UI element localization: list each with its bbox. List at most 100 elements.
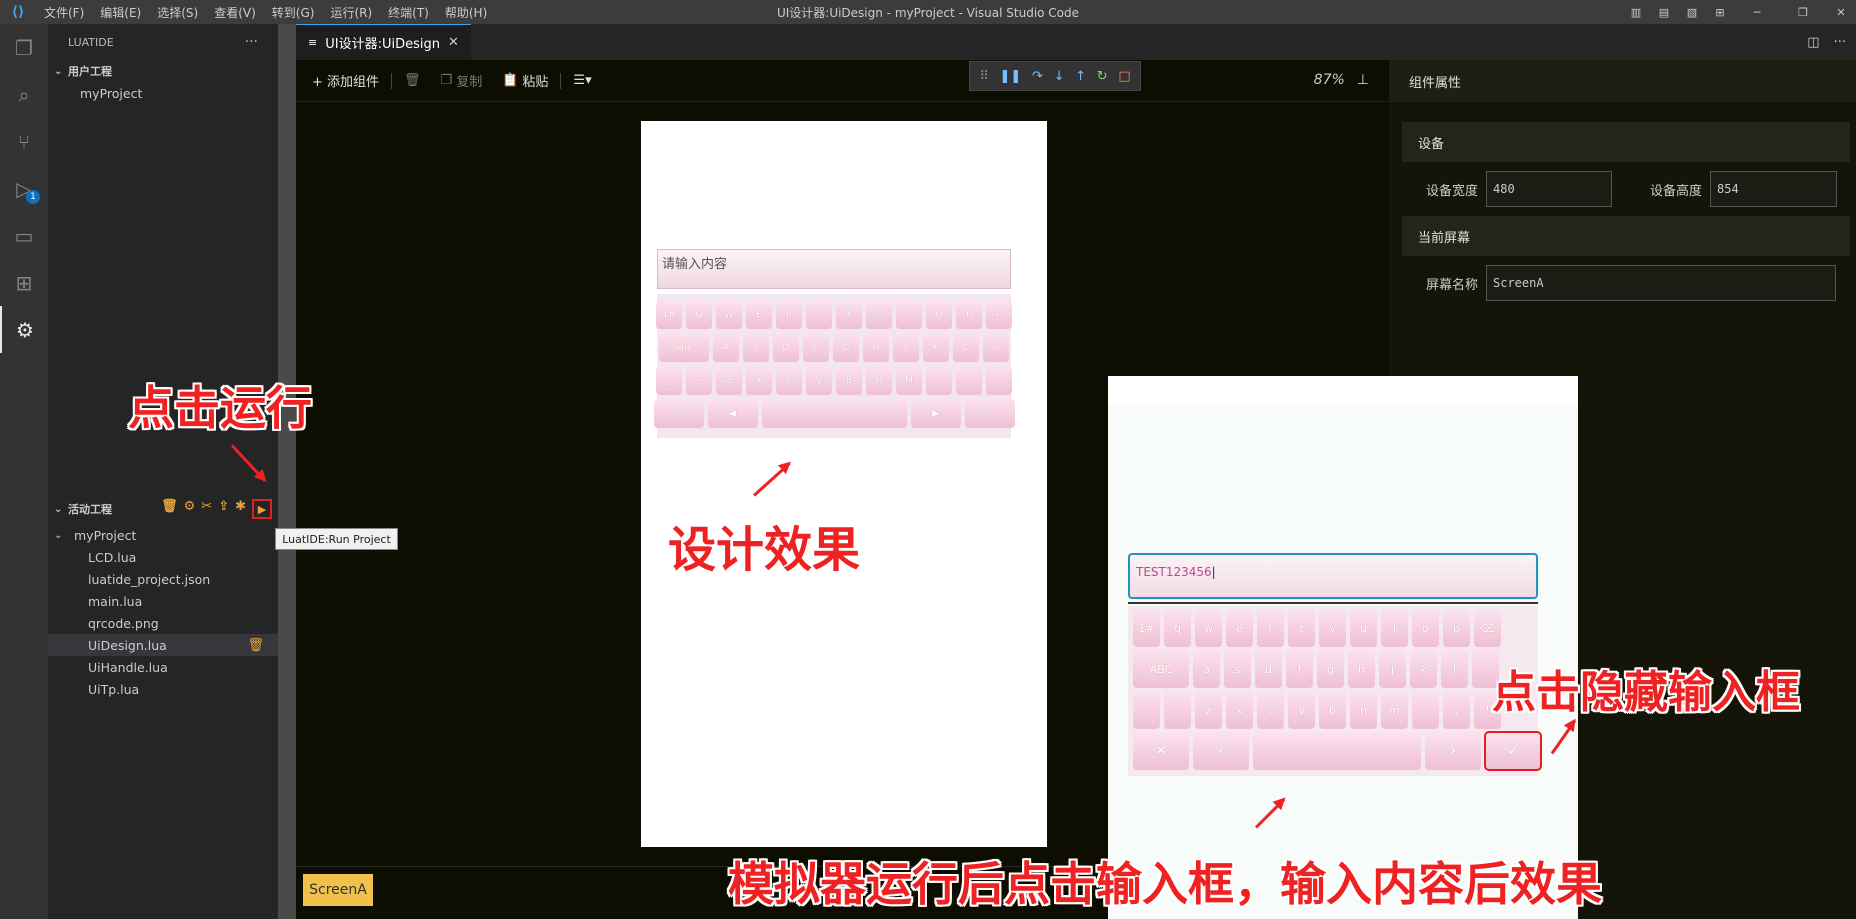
emulator-key[interactable]: w xyxy=(1195,609,1222,647)
delete-file-icon[interactable]: 🗑 xyxy=(247,638,264,653)
design-key[interactable]: , xyxy=(956,366,982,395)
emulator-key[interactable]: t xyxy=(1288,609,1315,647)
step-out-icon[interactable]: ↑ xyxy=(1075,69,1086,84)
emulator-key[interactable]: m xyxy=(1381,691,1408,729)
design-key[interactable]: C xyxy=(776,366,802,395)
design-key[interactable]: abc xyxy=(659,333,709,362)
layout-toggle-icon[interactable]: ▥ xyxy=(1622,6,1650,19)
design-key[interactable]: I xyxy=(896,300,922,329)
extensions-icon[interactable]: ⊞ xyxy=(0,259,48,306)
close-icon[interactable]: ✕ xyxy=(448,35,459,50)
tree-item-file[interactable]: UiHandle.lua xyxy=(48,656,278,678)
design-key[interactable]: _ xyxy=(656,366,682,395)
step-into-icon[interactable]: ↓ xyxy=(1054,69,1065,84)
design-key[interactable]: V xyxy=(806,366,832,395)
emulator-key[interactable]: q xyxy=(1164,609,1191,647)
emulator-key[interactable]: h xyxy=(1348,650,1375,688)
pause-icon[interactable]: ❚❚ xyxy=(1000,69,1022,84)
emulator-key[interactable]: o xyxy=(1412,609,1439,647)
design-key[interactable]: K xyxy=(923,333,949,362)
screen-tab-screena[interactable]: ScreenA xyxy=(303,874,373,906)
stop-icon[interactable]: □ xyxy=(1118,69,1130,84)
design-key[interactable] xyxy=(761,399,907,428)
design-key[interactable]: ▶ xyxy=(910,399,961,428)
design-key[interactable]: R xyxy=(776,300,802,329)
tree-item-file[interactable]: luatide_project.json xyxy=(48,568,278,590)
device-height-input[interactable]: 854 xyxy=(1710,171,1837,207)
emulator-key[interactable]: j xyxy=(1379,650,1406,688)
remote-explorer-icon[interactable]: ▭ xyxy=(0,212,48,259)
design-key[interactable]: M xyxy=(896,366,922,395)
menu-item[interactable]: 帮助(H) xyxy=(437,4,495,21)
emulator-key[interactable]: k xyxy=(1410,650,1437,688)
emulator-key[interactable]: ABC xyxy=(1133,650,1189,688)
emulator-key[interactable]: ‹ xyxy=(1193,732,1249,770)
emulator-key[interactable]: ✓ xyxy=(1484,731,1542,771)
emulator-key[interactable]: . xyxy=(1133,691,1160,729)
tab-ui-designer[interactable]: ≡ UI设计器:UiDesign ✕ xyxy=(296,24,471,60)
design-key[interactable]: Q xyxy=(686,300,712,329)
tree-item-file[interactable]: UiDesign.lua 🗑 xyxy=(48,634,278,656)
emulator-key[interactable]: n xyxy=(1350,691,1377,729)
emulator-key[interactable]: , xyxy=(1443,691,1470,729)
emulator-key[interactable]: v xyxy=(1288,691,1315,729)
emulator-key[interactable]: e xyxy=(1226,609,1253,647)
emulator-key[interactable]: r xyxy=(1257,609,1284,647)
user-project-section[interactable]: ⌄ 用户工程 xyxy=(48,60,278,82)
emulator-key[interactable]: b xyxy=(1319,691,1346,729)
split-editor-icon[interactable]: ◫ xyxy=(1807,35,1819,50)
trash-icon[interactable]: 🗑 xyxy=(161,499,178,519)
design-key[interactable]: E xyxy=(746,300,772,329)
emulator-key[interactable]: ⌫ xyxy=(1474,609,1501,647)
emulator-key[interactable] xyxy=(1253,732,1421,770)
drag-handle-icon[interactable]: ⠿ xyxy=(979,69,989,84)
emulator-text-input[interactable]: TEST123456| xyxy=(1128,553,1538,599)
tools-icon[interactable]: ✂ xyxy=(201,499,212,519)
design-key[interactable]: L xyxy=(953,333,979,362)
design-key[interactable]: . xyxy=(926,366,952,395)
hierarchy-icon[interactable]: ⊥ xyxy=(1357,72,1369,88)
design-key[interactable]: Z xyxy=(716,366,742,395)
design-key[interactable]: 1# xyxy=(656,300,682,329)
emulator-key[interactable]: x xyxy=(1226,691,1253,729)
design-key[interactable]: O xyxy=(926,300,952,329)
design-text-input[interactable]: 请输入内容 xyxy=(657,249,1011,289)
emulator-key[interactable]: c xyxy=(1257,691,1284,729)
menu-item[interactable]: 转到(G) xyxy=(264,4,323,21)
design-keyboard[interactable]: 1# Q W E R T Y U I O P ← abc A S D F G H J K L ↵ _ — Z X C V B N M.,.… xyxy=(653,294,1015,438)
design-key[interactable]: D xyxy=(773,333,799,362)
emulator-key[interactable]: › xyxy=(1425,732,1481,770)
emulator-key[interactable]: 1# xyxy=(1133,609,1160,647)
tree-item-active-project[interactable]: ⌄ myProject xyxy=(48,524,278,546)
menu-item[interactable]: 文件(F) xyxy=(36,4,92,21)
search-icon[interactable]: ⌕ xyxy=(0,71,48,118)
emulator-keyboard[interactable]: 1# q w e r t y u i o p ⌫ ABC a s d f g h j k l .. z x c v b n m.,! … xyxy=(1128,606,1542,776)
menu-item[interactable]: 终端(T) xyxy=(380,4,437,21)
emulator-key[interactable]: l xyxy=(1441,650,1468,688)
panel-toggle-icon[interactable]: ▤ xyxy=(1650,6,1678,19)
emulator-key[interactable]: f xyxy=(1286,650,1313,688)
menu-item[interactable]: 运行(R) xyxy=(322,4,380,21)
export-icon[interactable]: ⇪ xyxy=(218,499,229,519)
design-key[interactable]: ↵ xyxy=(983,333,1009,362)
customize-layout-icon[interactable]: ⊞ xyxy=(1706,6,1734,19)
design-key[interactable]: — xyxy=(686,366,712,395)
more-actions-icon[interactable]: ··· xyxy=(1834,35,1846,50)
tree-item-user-project[interactable]: myProject xyxy=(48,82,278,104)
minimize-button[interactable]: ─ xyxy=(1734,6,1780,19)
settings-icon[interactable]: ⚙ xyxy=(184,499,196,519)
add-component-button[interactable]: + 添加组件 xyxy=(304,71,387,90)
design-key[interactable]: ◀ xyxy=(707,399,758,428)
device-width-input[interactable]: 480 xyxy=(1486,171,1612,207)
run-debug-icon[interactable]: ▷ 1 xyxy=(0,165,48,212)
run-project-button[interactable]: ▶ xyxy=(252,499,272,519)
delete-icon[interactable]: 🗑 xyxy=(396,73,429,88)
maximize-button[interactable]: ❐ xyxy=(1780,6,1826,19)
emulator-key[interactable]: i xyxy=(1381,609,1408,647)
design-key[interactable]: U xyxy=(866,300,892,329)
more-actions-icon[interactable]: ··· xyxy=(245,34,258,50)
tree-item-file[interactable]: UiTp.lua xyxy=(48,678,278,700)
close-button[interactable]: ✕ xyxy=(1826,6,1856,19)
emulator-key[interactable]: z xyxy=(1195,691,1222,729)
design-key[interactable]: P xyxy=(956,300,982,329)
